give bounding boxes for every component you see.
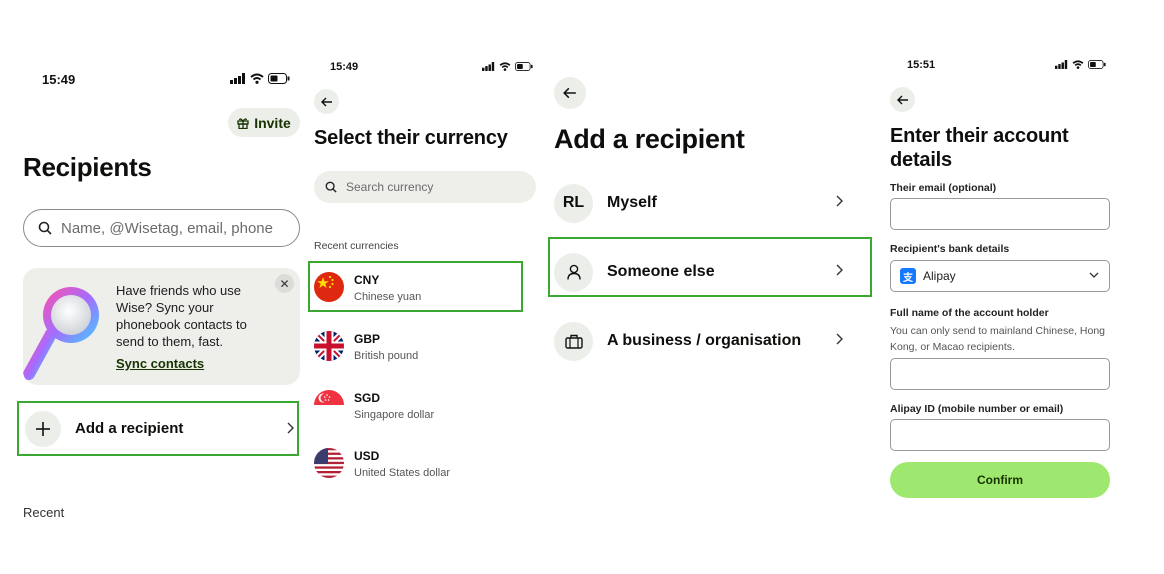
arrow-left-icon — [320, 97, 332, 106]
bank-select[interactable]: 支 Alipay — [890, 260, 1110, 292]
currency-code: CNY — [354, 272, 380, 287]
option-business[interactable]: A business / organisation — [554, 319, 854, 363]
search-input[interactable]: Name, @Wisetag, email, phone — [23, 209, 300, 247]
back-button[interactable] — [314, 89, 339, 114]
uk-flag-icon — [314, 331, 344, 361]
singapore-flag-icon — [314, 390, 344, 420]
battery-icon — [515, 62, 533, 71]
chevron-right-icon — [836, 195, 843, 207]
china-flag-icon — [314, 272, 344, 302]
alipay-icon: 支 — [900, 268, 916, 284]
alipay-id-label: Alipay ID (mobile number or email) — [890, 403, 1064, 415]
briefcase-icon — [554, 321, 593, 361]
currency-name: United States dollar — [354, 466, 450, 479]
currency-row-sgd[interactable]: SGD Singapore dollar — [314, 383, 526, 427]
currency-row-cny[interactable]: CNY Chinese yuan — [314, 265, 526, 309]
currency-code: SGD — [354, 390, 381, 405]
wifi-icon — [250, 73, 264, 84]
currency-search-input[interactable]: Search currency — [314, 171, 536, 203]
chevron-right-icon — [836, 333, 843, 345]
currency-name: Singapore dollar — [354, 408, 435, 421]
option-someone-else[interactable]: Someone else — [554, 250, 854, 294]
email-label: Their email (optional) — [890, 182, 997, 194]
alipay-id-field[interactable] — [890, 419, 1110, 451]
status-icons — [1055, 60, 1106, 69]
confirm-button[interactable]: Confirm — [890, 462, 1110, 498]
wifi-icon — [1072, 60, 1084, 69]
full-name-label: Full name of the account holder — [890, 307, 1049, 319]
signal-icon — [482, 62, 495, 71]
full-name-field[interactable] — [890, 358, 1110, 390]
arrow-left-icon — [563, 87, 576, 99]
full-name-help: You can only send to mainland Chinese, H… — [890, 325, 1106, 353]
currency-code: GBP — [354, 331, 381, 346]
currency-row-usd[interactable]: USD United States dollar — [314, 441, 526, 485]
signal-icon — [1055, 60, 1068, 69]
search-placeholder: Name, @Wisetag, email, phone — [61, 219, 273, 237]
option-label: Myself — [607, 194, 657, 211]
bank-details-label: Recipient's bank details — [890, 243, 1010, 255]
plus-icon — [25, 410, 61, 447]
bank-select-value: Alipay — [923, 269, 956, 283]
chevron-down-icon — [1089, 272, 1099, 278]
status-time: 15:49 — [330, 61, 359, 73]
search-icon — [325, 181, 337, 193]
add-recipient-button[interactable]: Add a recipient — [17, 401, 299, 456]
add-recipient-screen: Add a recipient RL Myself Someone else A… — [545, 0, 875, 574]
option-label: Someone else — [607, 263, 715, 280]
account-details-screen: 15:51 Enter their account details Their … — [880, 0, 1164, 574]
chevron-right-icon — [836, 264, 843, 276]
status-icons — [482, 62, 533, 71]
invite-label: Invite — [254, 114, 291, 131]
close-icon: ✕ — [279, 276, 290, 291]
sync-contacts-card: Have friends who use Wise? Sync your pho… — [23, 268, 300, 385]
search-icon — [38, 221, 52, 235]
search-placeholder: Search currency — [346, 180, 434, 194]
page-title: Select their currency — [314, 127, 508, 149]
page-title: Add a recipient — [554, 124, 745, 154]
currency-name: British pound — [354, 349, 419, 362]
select-currency-screen: 15:49 Select their currency Search curre… — [305, 0, 545, 574]
email-field[interactable] — [890, 198, 1110, 230]
option-myself[interactable]: RL Myself — [554, 181, 854, 225]
person-icon — [554, 252, 593, 292]
magnifier-illustration — [23, 287, 99, 380]
status-icons — [230, 73, 290, 84]
recent-section-label: Recent — [23, 505, 65, 520]
chevron-right-icon — [287, 422, 294, 434]
signal-icon — [230, 73, 245, 84]
back-button[interactable] — [554, 77, 586, 109]
wifi-icon — [499, 62, 511, 71]
close-promo-button[interactable]: ✕ — [275, 274, 294, 293]
sync-contacts-link[interactable]: Sync contacts — [116, 356, 204, 371]
gift-icon — [237, 117, 249, 129]
recent-currencies-label: Recent currencies — [314, 240, 399, 252]
page-title: Recipients — [23, 152, 152, 182]
back-button[interactable] — [890, 87, 915, 112]
battery-icon — [1088, 60, 1106, 69]
status-time: 15:51 — [907, 59, 936, 71]
add-recipient-label: Add a recipient — [75, 420, 184, 437]
status-time: 15:49 — [42, 72, 76, 87]
currency-name: Chinese yuan — [354, 290, 422, 303]
battery-icon — [268, 73, 290, 84]
recipients-screen: 15:49 Invite Recipients Name, @Wisetag, … — [0, 0, 310, 574]
currency-row-gbp[interactable]: GBP British pound — [314, 324, 526, 368]
currency-code: USD — [354, 448, 380, 463]
option-label: A business / organisation — [607, 332, 802, 349]
avatar: RL — [554, 183, 593, 223]
usa-flag-icon — [314, 448, 344, 478]
invite-button[interactable]: Invite — [228, 108, 300, 137]
page-title: Enter their account details — [890, 125, 1069, 171]
arrow-left-icon — [896, 95, 908, 104]
promo-text: Have friends who use Wise? Sync your pho… — [116, 283, 247, 349]
